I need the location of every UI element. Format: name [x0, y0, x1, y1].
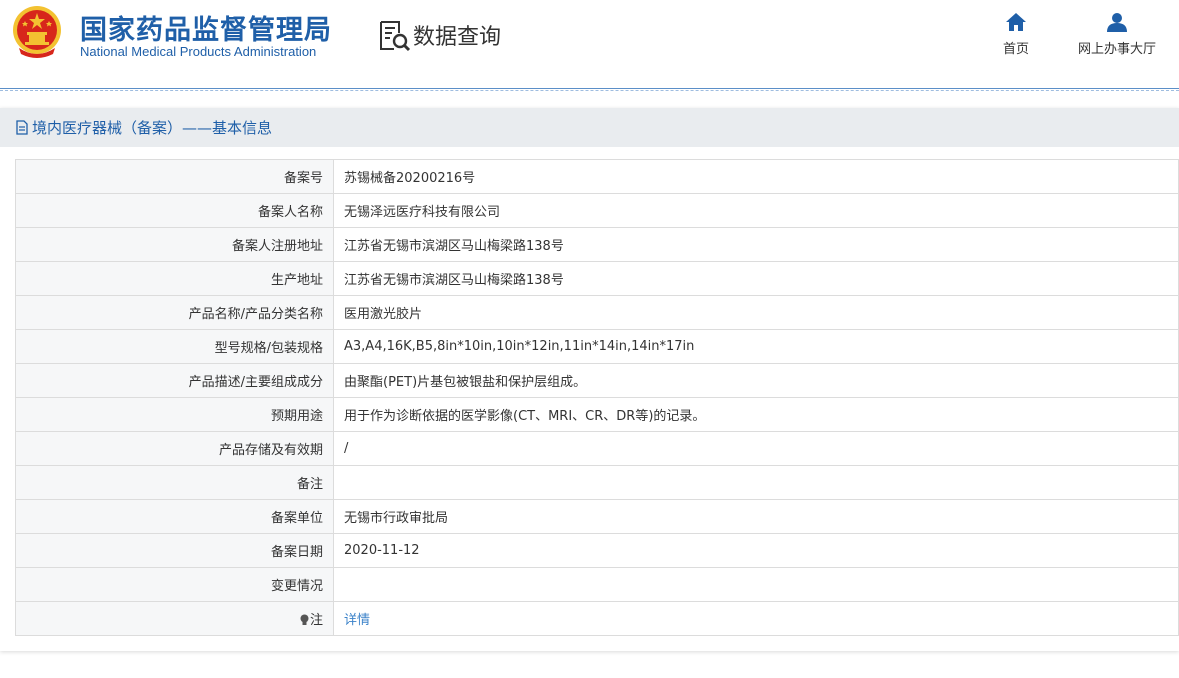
table-row: 预期用途 用于作为诊断依据的医学影像(CT、MRI、CR、DR等)的记录。 [15, 397, 1179, 432]
site-header: 国家药品监督管理局 National Medical Products Admi… [0, 0, 1179, 91]
basic-info-panel: 境内医疗器械（备案）——基本信息 备案号 苏锡械备20200216号 备案人名称… [0, 108, 1179, 651]
row-label: 备案人注册地址 [15, 227, 334, 262]
row-value: 2020-11-12 [333, 533, 1179, 568]
home-icon [1006, 13, 1026, 31]
row-label: 型号规格/包装规格 [15, 329, 334, 364]
user-icon [1107, 13, 1127, 32]
row-label: 注 [309, 613, 323, 628]
row-value: 无锡市行政审批局 [333, 499, 1179, 534]
table-row: 备案日期 2020-11-12 [15, 533, 1179, 568]
header-divider [0, 88, 1179, 91]
row-value: A3,A4,16K,B5,8in*10in,10in*12in,11in*14i… [333, 329, 1179, 364]
document-icon [16, 120, 28, 135]
table-row: 变更情况 [15, 567, 1179, 602]
row-label: 产品描述/主要组成成分 [15, 363, 334, 398]
table-row: 备注 [15, 465, 1179, 500]
lightbulb-icon [300, 614, 309, 625]
data-query-label: 数据查询 [413, 25, 502, 50]
section-title: 境内医疗器械（备案）——基本信息 [32, 119, 273, 137]
row-value: 无锡泽远医疗科技有限公司 [333, 193, 1179, 228]
row-value: 由聚酯(PET)片基包被银盐和保护层组成。 [333, 363, 1179, 398]
table-row: 产品存储及有效期 / [15, 431, 1179, 466]
table-row: 产品名称/产品分类名称 医用激光胶片 [15, 295, 1179, 330]
row-label: 备注 [15, 465, 334, 500]
table-row: 注 详情 [15, 601, 1179, 636]
row-value: 苏锡械备20200216号 [333, 159, 1179, 194]
row-label: 产品存储及有效期 [15, 431, 334, 466]
row-label: 备案人名称 [15, 193, 334, 228]
table-row: 产品描述/主要组成成分 由聚酯(PET)片基包被银盐和保护层组成。 [15, 363, 1179, 398]
nav-home[interactable]: 首页 [994, 12, 1038, 57]
row-label: 备案日期 [15, 533, 334, 568]
nav-home-label: 首页 [1002, 42, 1029, 57]
table-row: 备案人名称 无锡泽远医疗科技有限公司 [15, 193, 1179, 228]
data-query-link[interactable]: 数据查询 [378, 18, 501, 52]
row-label: 预期用途 [15, 397, 334, 432]
org-name-cn: 国家药品监督管理局 [80, 15, 332, 46]
row-value: 江苏省无锡市滨湖区马山梅梁路138号 [333, 227, 1179, 262]
row-value-cell: 详情 [333, 601, 1179, 636]
row-value [333, 465, 1179, 500]
table-row: 备案号 苏锡械备20200216号 [15, 159, 1179, 194]
row-value: 用于作为诊断依据的医学影像(CT、MRI、CR、DR等)的记录。 [333, 397, 1179, 432]
table-row: 备案人注册地址 江苏省无锡市滨湖区马山梅梁路138号 [15, 227, 1179, 262]
row-label: 备案号 [15, 159, 334, 194]
row-label: 生产地址 [15, 261, 334, 296]
row-value: 医用激光胶片 [333, 295, 1179, 330]
basic-info-table: 备案号 苏锡械备20200216号 备案人名称 无锡泽远医疗科技有限公司 备案人… [15, 159, 1179, 636]
table-row: 备案单位 无锡市行政审批局 [15, 499, 1179, 534]
national-emblem-icon [13, 6, 61, 58]
row-label: 备案单位 [15, 499, 334, 534]
note-label-cell: 注 [15, 601, 334, 636]
table-row: 生产地址 江苏省无锡市滨湖区马山梅梁路138号 [15, 261, 1179, 296]
row-value [333, 567, 1179, 602]
org-name-en: National Medical Products Administration [80, 44, 317, 59]
row-label: 变更情况 [15, 567, 334, 602]
row-value: 江苏省无锡市滨湖区马山梅梁路138号 [333, 261, 1179, 296]
section-header: 境内医疗器械（备案）——基本信息 [0, 108, 1179, 147]
table-row: 型号规格/包装规格 A3,A4,16K,B5,8in*10in,10in*12i… [15, 329, 1179, 364]
details-link[interactable]: 详情 [344, 613, 370, 628]
document-search-icon [380, 20, 411, 51]
row-value: / [333, 431, 1179, 466]
nav-online-hall-label: 网上办事大厅 [1077, 42, 1156, 57]
row-label: 产品名称/产品分类名称 [15, 295, 334, 330]
nav-online-hall[interactable]: 网上办事大厅 [1068, 12, 1166, 57]
